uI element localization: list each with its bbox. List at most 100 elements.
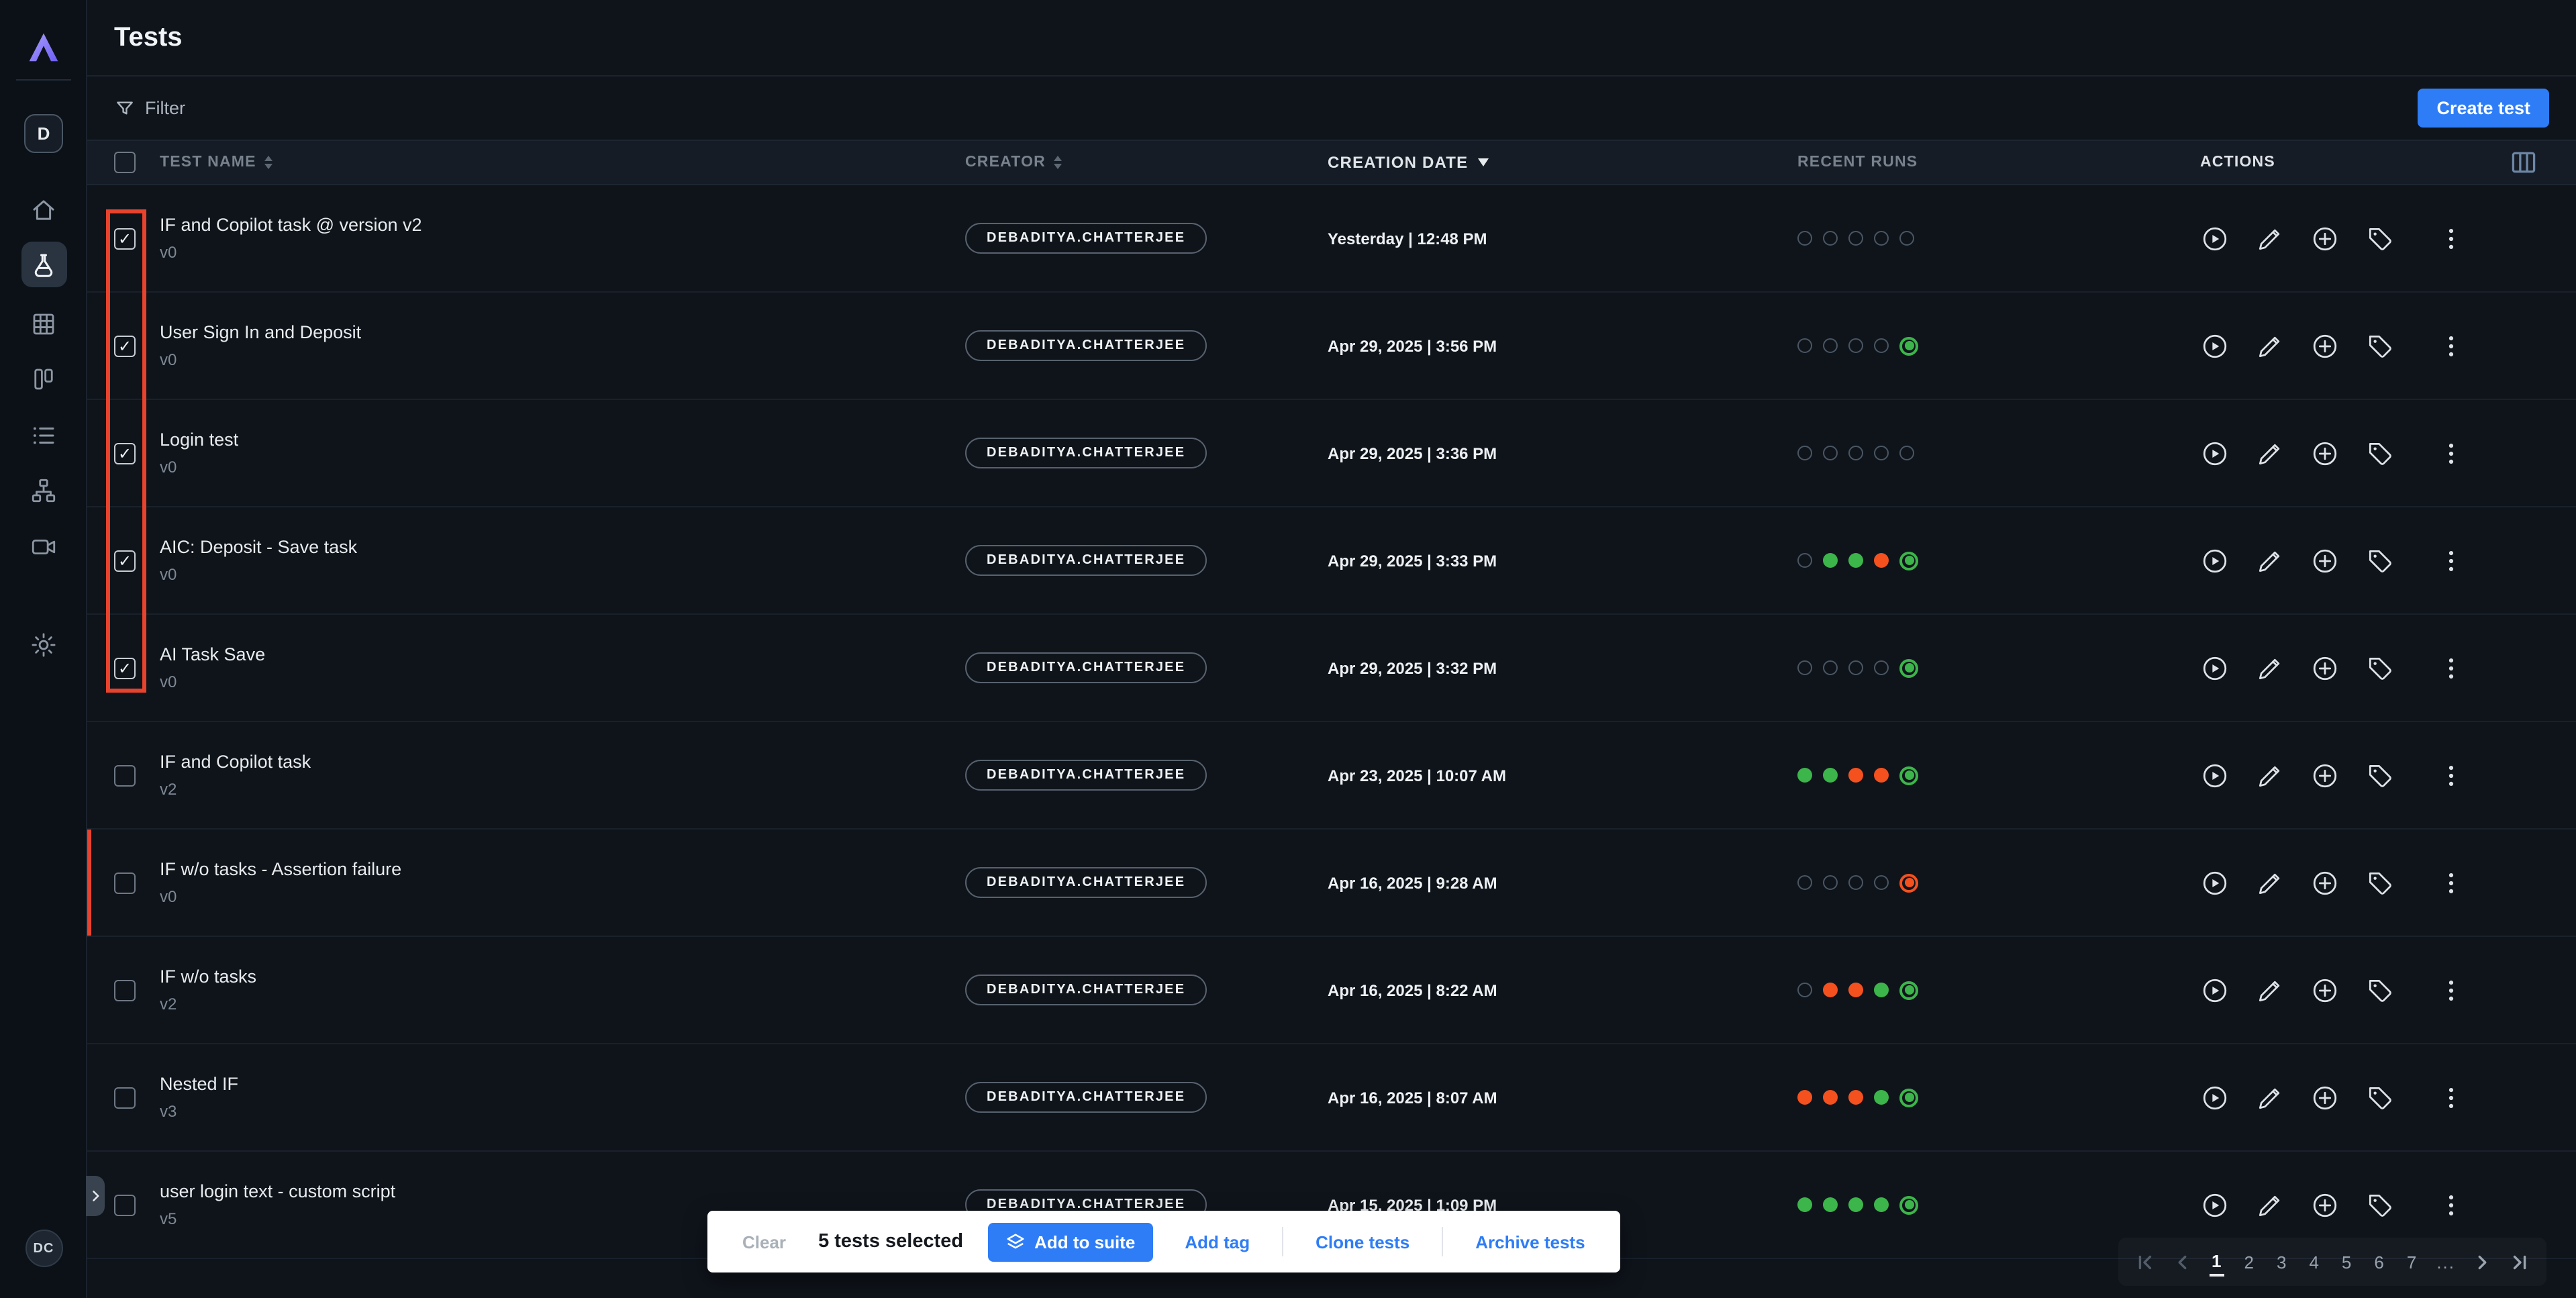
page-button-3[interactable]: 3 [2274, 1249, 2289, 1275]
test-row[interactable]: IF w/o tasks v2 DEBADITYA.CHATTERJEE Apr… [87, 937, 2576, 1044]
sidebar-item-settings[interactable] [0, 628, 87, 660]
workspace-avatar[interactable]: D [0, 113, 87, 153]
create-test-button[interactable]: Create test [2418, 89, 2549, 128]
more-actions-button[interactable] [2436, 760, 2466, 790]
run-test-button[interactable] [2200, 868, 2230, 897]
run-test-button[interactable] [2200, 653, 2230, 683]
tag-row-button[interactable] [2365, 438, 2395, 468]
row-checkbox[interactable] [114, 872, 136, 893]
run-test-button[interactable] [2200, 546, 2230, 575]
row-checkbox[interactable] [114, 1194, 136, 1215]
run-test-button[interactable] [2200, 760, 2230, 790]
more-actions-button[interactable] [2436, 868, 2466, 897]
row-checkbox[interactable] [114, 335, 136, 356]
run-test-button[interactable] [2200, 1190, 2230, 1219]
first-page-button[interactable] [2134, 1252, 2154, 1272]
edit-test-button[interactable] [2255, 653, 2285, 683]
page-button-2[interactable]: 2 [2242, 1249, 2257, 1275]
run-test-button[interactable] [2200, 331, 2230, 360]
sidebar-item-recordings[interactable] [0, 530, 87, 562]
add-to-suite-row-button[interactable] [2310, 1083, 2340, 1112]
add-to-suite-row-button[interactable] [2310, 438, 2340, 468]
select-all-checkbox[interactable] [114, 152, 136, 173]
test-row[interactable]: User Sign In and Deposit v0 DEBADITYA.CH… [87, 293, 2576, 400]
more-actions-button[interactable] [2436, 546, 2466, 575]
page-button-5[interactable]: 5 [2339, 1249, 2354, 1275]
sidebar-item-tests[interactable] [0, 242, 87, 287]
test-row[interactable]: Nested IF v3 DEBADITYA.CHATTERJEE Apr 16… [87, 1044, 2576, 1152]
archive-tests-button[interactable]: Archive tests [1467, 1230, 1593, 1253]
test-row[interactable]: AI Task Save v0 DEBADITYA.CHATTERJEE Apr… [87, 615, 2576, 722]
page-button-7[interactable]: 7 [2404, 1249, 2419, 1275]
more-actions-button[interactable] [2436, 331, 2466, 360]
add-to-suite-row-button[interactable] [2310, 653, 2340, 683]
edit-test-button[interactable] [2255, 438, 2285, 468]
tag-row-button[interactable] [2365, 1190, 2395, 1219]
row-checkbox[interactable] [114, 442, 136, 464]
add-to-suite-row-button[interactable] [2310, 223, 2340, 253]
last-page-button[interactable] [2510, 1252, 2530, 1272]
column-settings-button[interactable] [2509, 148, 2538, 177]
app-logo-icon[interactable] [0, 27, 87, 67]
more-actions-button[interactable] [2436, 1190, 2466, 1219]
row-checkbox[interactable] [114, 979, 136, 1001]
sort-by-creator[interactable]: CREATOR [965, 154, 1062, 170]
row-checkbox[interactable] [114, 657, 136, 679]
prev-page-button[interactable] [2171, 1252, 2191, 1272]
add-to-suite-row-button[interactable] [2310, 760, 2340, 790]
add-to-suite-bulk-button[interactable]: Add to suite [987, 1222, 1152, 1261]
add-to-suite-row-button[interactable] [2310, 975, 2340, 1005]
tag-row-button[interactable] [2365, 868, 2395, 897]
more-actions-button[interactable] [2436, 223, 2466, 253]
sidebar-item-home[interactable] [0, 193, 87, 226]
test-row[interactable]: AIC: Deposit - Save task v0 DEBADITYA.CH… [87, 507, 2576, 615]
run-test-button[interactable] [2200, 1083, 2230, 1112]
more-actions-button[interactable] [2436, 438, 2466, 468]
edit-test-button[interactable] [2255, 331, 2285, 360]
tag-row-button[interactable] [2365, 223, 2395, 253]
tag-row-button[interactable] [2365, 331, 2395, 360]
edit-test-button[interactable] [2255, 1190, 2285, 1219]
test-row[interactable]: IF w/o tasks - Assertion failure v0 DEBA… [87, 830, 2576, 937]
user-avatar[interactable]: DC [0, 1230, 87, 1267]
tag-row-button[interactable] [2365, 1083, 2395, 1112]
add-to-suite-row-button[interactable] [2310, 331, 2340, 360]
add-to-suite-row-button[interactable] [2310, 546, 2340, 575]
more-actions-button[interactable] [2436, 1083, 2466, 1112]
test-row[interactable]: Login test v0 DEBADITYA.CHATTERJEE Apr 2… [87, 400, 2576, 507]
test-row[interactable]: IF and Copilot task @ version v2 v0 DEBA… [87, 185, 2576, 293]
clone-tests-button[interactable]: Clone tests [1307, 1230, 1418, 1253]
next-page-button[interactable] [2473, 1252, 2493, 1272]
page-button-4[interactable]: 4 [2306, 1249, 2321, 1275]
run-test-button[interactable] [2200, 223, 2230, 253]
row-checkbox[interactable] [114, 550, 136, 571]
more-actions-button[interactable] [2436, 975, 2466, 1005]
add-tag-button[interactable]: Add tag [1177, 1230, 1258, 1253]
add-to-suite-row-button[interactable] [2310, 1190, 2340, 1219]
row-checkbox[interactable] [114, 1087, 136, 1108]
run-test-button[interactable] [2200, 975, 2230, 1005]
filter-button[interactable]: Filter [114, 97, 185, 119]
row-checkbox[interactable] [114, 764, 136, 786]
tag-row-button[interactable] [2365, 546, 2395, 575]
edit-test-button[interactable] [2255, 546, 2285, 575]
add-to-suite-row-button[interactable] [2310, 868, 2340, 897]
sidebar-expand-handle[interactable] [86, 1176, 105, 1216]
more-actions-button[interactable] [2436, 653, 2466, 683]
edit-test-button[interactable] [2255, 1083, 2285, 1112]
sidebar-item-flows[interactable] [0, 474, 87, 506]
tag-row-button[interactable] [2365, 653, 2395, 683]
tag-row-button[interactable] [2365, 975, 2395, 1005]
edit-test-button[interactable] [2255, 975, 2285, 1005]
clear-selection-button[interactable]: Clear [734, 1230, 794, 1253]
edit-test-button[interactable] [2255, 223, 2285, 253]
page-button-6[interactable]: 6 [2371, 1249, 2386, 1275]
test-row[interactable]: IF and Copilot task v2 DEBADITYA.CHATTER… [87, 722, 2576, 830]
row-checkbox[interactable] [114, 228, 136, 249]
tag-row-button[interactable] [2365, 760, 2395, 790]
page-button-1[interactable]: 1 [2209, 1248, 2224, 1276]
sidebar-item-test-list[interactable] [0, 419, 87, 451]
sort-by-creation-date[interactable]: CREATION DATE [1328, 153, 1488, 172]
sort-by-test-name[interactable]: TEST NAME [160, 154, 273, 170]
edit-test-button[interactable] [2255, 868, 2285, 897]
